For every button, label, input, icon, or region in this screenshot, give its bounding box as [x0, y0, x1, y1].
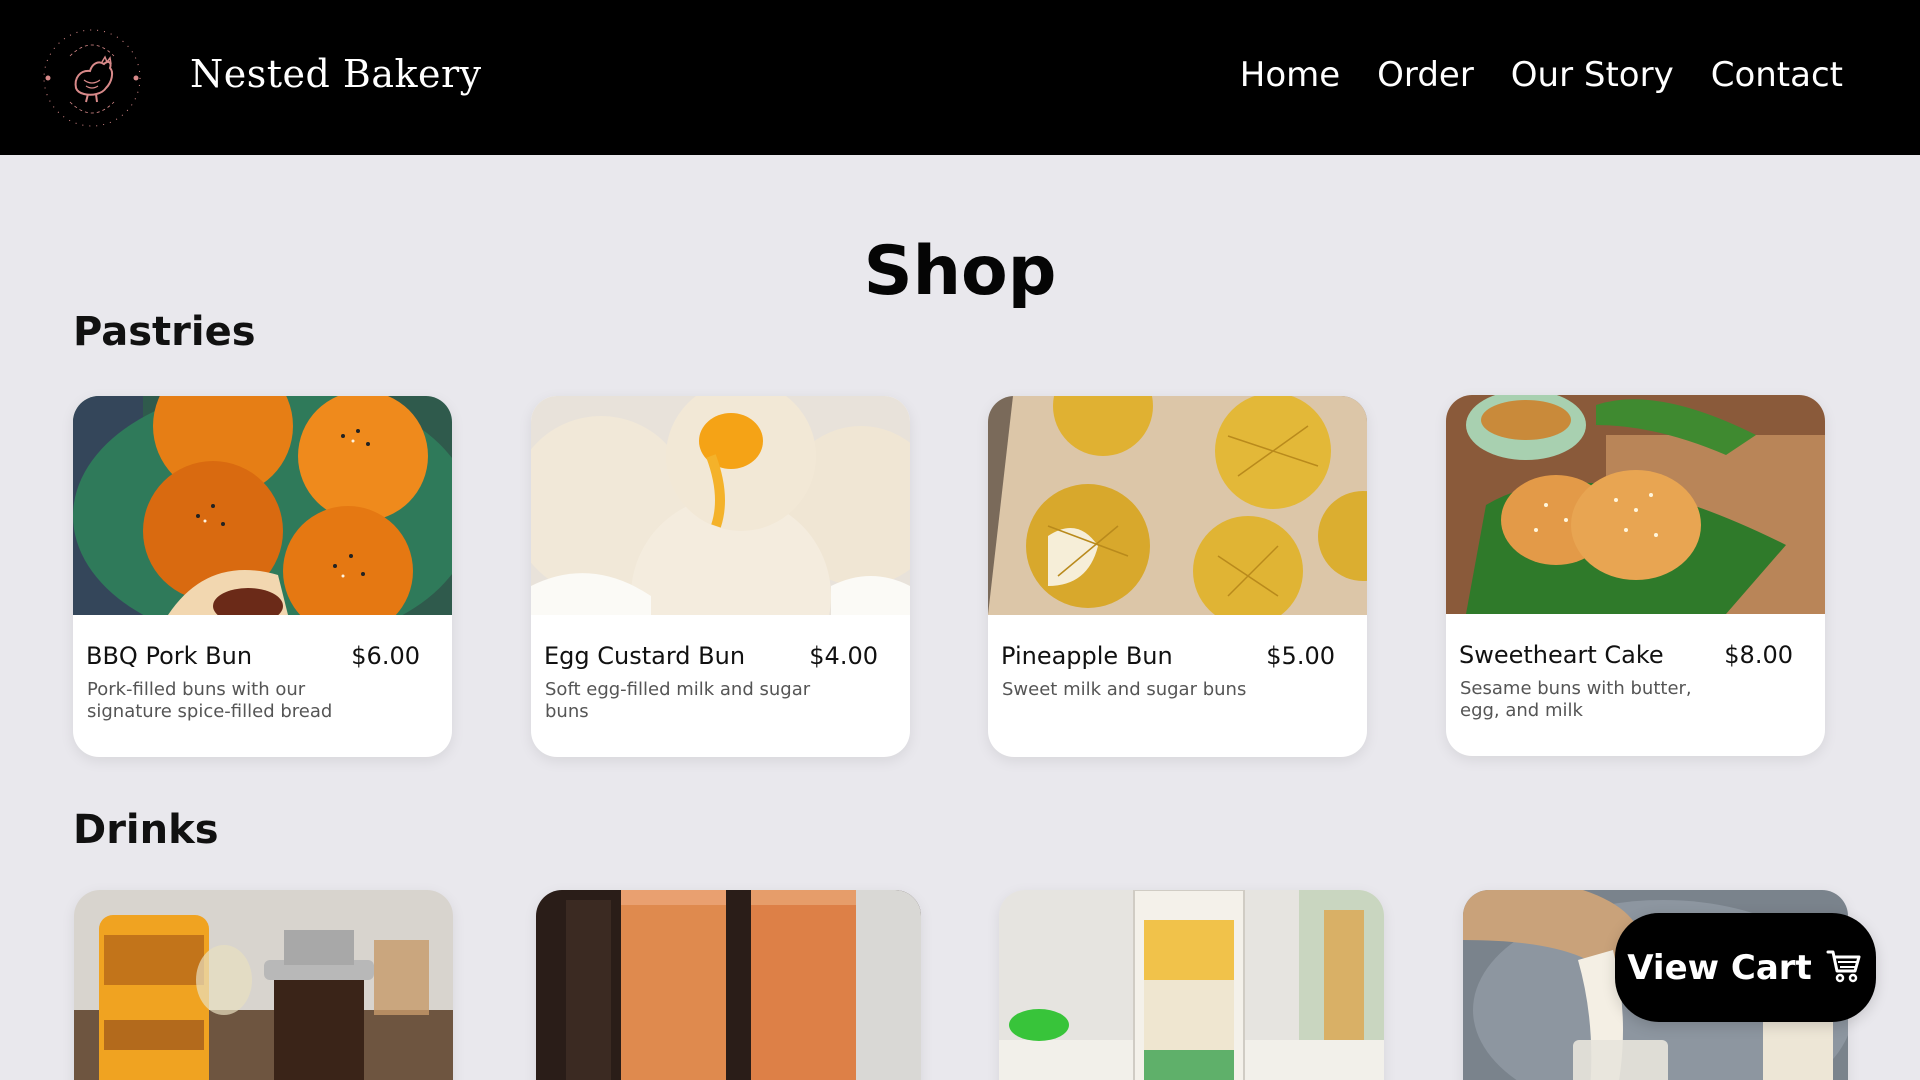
- product-price: $5.00: [1266, 642, 1335, 670]
- product-image: [73, 396, 452, 615]
- product-description: Pork-filled buns with our signature spic…: [87, 679, 333, 722]
- product-name: Sweetheart Cake: [1459, 641, 1664, 669]
- page-title: Shop: [863, 232, 1057, 311]
- product-description: Sesame buns with butter, egg, and milk: [1460, 678, 1692, 721]
- product-description: Sweet milk and sugar buns: [1002, 679, 1247, 700]
- section-title-pastries: Pastries: [73, 309, 256, 355]
- drink-card-vietnamese-coffee[interactable]: [74, 890, 453, 1080]
- product-price: $8.00: [1724, 641, 1793, 669]
- nav-home[interactable]: Home: [1240, 55, 1340, 95]
- view-cart-label: View Cart: [1627, 947, 1812, 988]
- product-description: Soft egg-filled milk and sugar buns: [545, 679, 811, 722]
- product-image: [988, 396, 1367, 615]
- nav-order[interactable]: Order: [1377, 55, 1474, 95]
- product-image: [536, 890, 921, 1080]
- nav-our-story[interactable]: Our Story: [1511, 55, 1674, 95]
- product-image: [1446, 395, 1825, 614]
- drink-card-thai-tea[interactable]: [536, 890, 921, 1080]
- brand-name[interactable]: Nested Bakery: [190, 52, 482, 96]
- product-name: Egg Custard Bun: [544, 642, 746, 670]
- view-cart-button[interactable]: View Cart: [1615, 913, 1876, 1022]
- product-card-sweetheart-cake[interactable]: Sweetheart Cake $8.00 Sesame buns with b…: [1446, 395, 1825, 756]
- hen-logo-icon: [43, 29, 141, 127]
- site-header: Nested Bakery Home Order Our Story Conta…: [0, 0, 1920, 155]
- product-image: [999, 890, 1384, 1080]
- product-price: $4.00: [809, 642, 878, 670]
- product-name: BBQ Pork Bun: [86, 642, 253, 670]
- cart-icon: [1824, 945, 1864, 990]
- nav-contact[interactable]: Contact: [1711, 55, 1843, 95]
- main-nav: Home Order Our Story Contact: [1240, 55, 1843, 95]
- product-price: $6.00: [351, 642, 420, 670]
- product-card-pineapple-bun[interactable]: Pineapple Bun $5.00 Sweet milk and sugar…: [988, 396, 1367, 757]
- drink-card-che-ba-mau[interactable]: [999, 890, 1384, 1080]
- product-image: [74, 890, 453, 1080]
- section-title-drinks: Drinks: [73, 807, 219, 853]
- bakery-logo[interactable]: [40, 26, 144, 130]
- product-card-bbq-pork-bun[interactable]: BBQ Pork Bun $6.00 Pork-filled buns with…: [73, 396, 452, 757]
- product-name: Pineapple Bun: [1001, 642, 1173, 670]
- product-card-egg-custard-bun[interactable]: Egg Custard Bun $4.00 Soft egg-filled mi…: [531, 396, 910, 757]
- product-image: [531, 396, 910, 615]
